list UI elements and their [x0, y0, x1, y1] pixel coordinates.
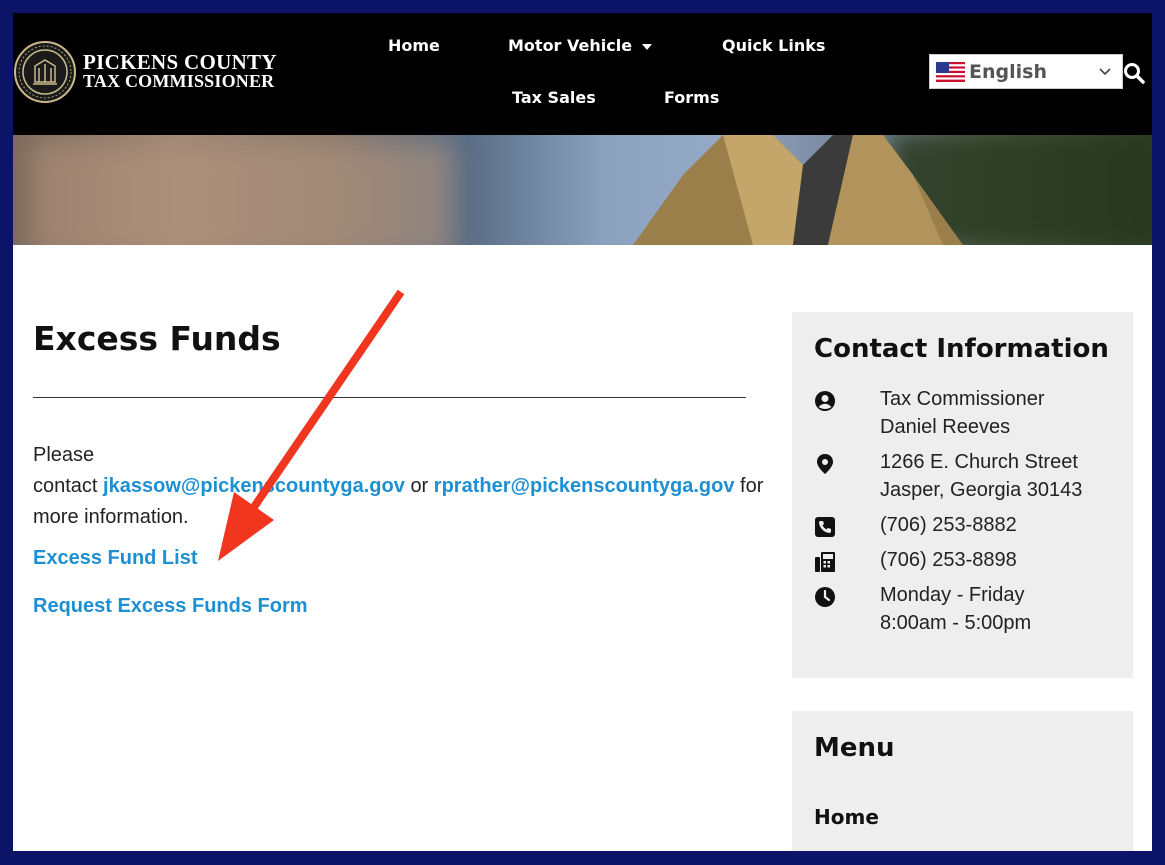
intro-paragraph: Please contact jkassow@pickenscountyga.g…: [33, 440, 793, 533]
logo-line-1: PICKENS COUNTY: [83, 50, 277, 74]
nav-forms[interactable]: Forms: [664, 88, 719, 107]
request-excess-funds-form-link[interactable]: Request Excess Funds Form: [33, 595, 308, 618]
email-link-rprather[interactable]: rprather@pickenscountyga.gov: [434, 475, 735, 497]
logo-line-2: TAX COMMISSIONER: [83, 71, 275, 91]
text-or: or: [410, 475, 429, 497]
contact-hours-line-1: Monday - Friday: [880, 584, 1025, 606]
language-label: English: [969, 60, 1047, 83]
search-icon[interactable]: [1123, 62, 1145, 84]
contact-address-line-2: Jasper, Georgia 30143: [880, 479, 1083, 501]
text-please: Please: [33, 444, 95, 466]
us-flag-icon: [936, 61, 965, 82]
contact-phone-text: (706) 253-8882: [880, 514, 1017, 536]
sidebar-menu-home[interactable]: Home: [814, 805, 879, 829]
text-contact: contact: [33, 475, 98, 497]
contact-fax-text: (706) 253-8898: [880, 549, 1017, 571]
nav-tax-sales[interactable]: Tax Sales: [512, 88, 596, 107]
user-circle-icon: [815, 391, 835, 411]
chevron-down-icon: [642, 43, 653, 50]
county-seal-icon: [14, 41, 76, 103]
map-marker-icon: [817, 454, 833, 474]
contact-hours-line-2: 8:00am - 5:00pm: [880, 612, 1032, 634]
contact-person-line-2: Daniel Reeves: [880, 416, 1011, 438]
sidebar-menu-panel: Menu Home: [792, 711, 1133, 851]
nav-quick-links[interactable]: Quick Links: [722, 36, 825, 55]
page-frame: PICKENS COUNTY TAX COMMISSIONER Home Mot…: [13, 13, 1152, 851]
page-title: Excess Funds: [33, 319, 281, 358]
clock-icon: [815, 587, 835, 607]
hero-banner: [13, 135, 1152, 245]
fax-icon: [815, 552, 835, 572]
menu-title: Menu: [814, 733, 895, 763]
nav-motor-vehicle-label: Motor Vehicle: [508, 36, 633, 55]
excess-fund-list-link[interactable]: Excess Fund List: [33, 547, 198, 570]
contact-information-panel: Contact Information Tax Commissioner Dan…: [792, 312, 1133, 678]
title-divider: [33, 397, 746, 398]
text-for: for: [740, 475, 764, 497]
site-header: PICKENS COUNTY TAX COMMISSIONER Home Mot…: [13, 13, 1152, 135]
contact-address-line-1: 1266 E. Church Street: [880, 451, 1078, 473]
hero-sculpture-image: [633, 135, 963, 245]
site-logo[interactable]: PICKENS COUNTY TAX COMMISSIONER: [13, 37, 313, 107]
phone-square-icon: [815, 517, 835, 537]
contact-person-line-1: Tax Commissioner: [880, 388, 1045, 410]
nav-motor-vehicle[interactable]: Motor Vehicle: [508, 36, 653, 55]
text-more-info: more information.: [33, 506, 189, 528]
contact-title: Contact Information: [814, 334, 1109, 364]
nav-home[interactable]: Home: [388, 36, 440, 55]
email-link-jkassow[interactable]: jkassow@pickenscountyga.gov: [103, 475, 405, 497]
chevron-down-icon: [1099, 68, 1111, 76]
language-select[interactable]: English: [929, 54, 1123, 89]
